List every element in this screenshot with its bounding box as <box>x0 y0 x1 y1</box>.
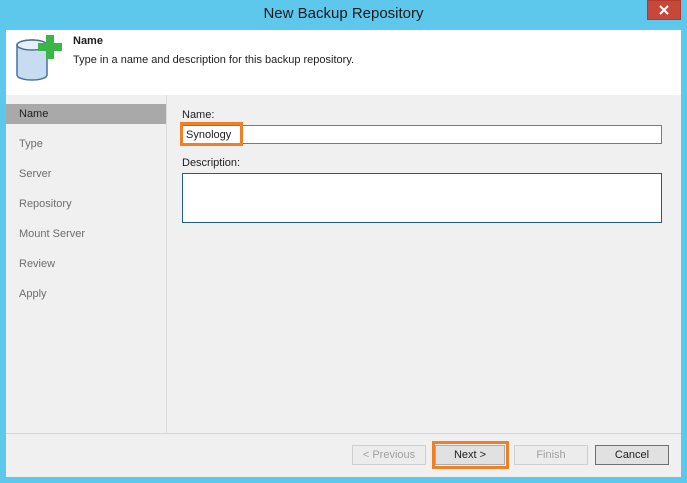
database-add-icon <box>11 33 67 92</box>
sidebar-item-review[interactable]: Review <box>6 254 166 274</box>
page-title: Name <box>73 35 103 47</box>
close-button[interactable] <box>647 0 681 20</box>
sidebar-item-mount-server[interactable]: Mount Server <box>6 224 166 244</box>
next-button[interactable]: Next > <box>435 445 505 465</box>
previous-button[interactable]: < Previous <box>352 445 426 465</box>
finish-button[interactable]: Finish <box>514 445 588 465</box>
close-icon <box>659 5 669 15</box>
window-title: New Backup Repository <box>263 5 424 22</box>
description-input[interactable] <box>182 173 662 223</box>
sidebar-item-name[interactable]: Name <box>6 104 166 124</box>
description-label: Description: <box>182 157 241 169</box>
wizard-header: Name Type in a name and description for … <box>6 30 681 95</box>
form-area: Name: Description: <box>167 95 681 433</box>
sidebar-item-repository[interactable]: Repository <box>6 194 166 214</box>
cancel-button[interactable]: Cancel <box>595 445 669 465</box>
sidebar-item-type[interactable]: Type <box>6 134 166 154</box>
title-bar[interactable]: New Backup Repository <box>0 0 687 30</box>
sidebar-item-server[interactable]: Server <box>6 164 166 184</box>
name-input[interactable] <box>182 125 662 144</box>
wizard-steps-sidebar: Name Type Server Repository Mount Server… <box>6 95 167 433</box>
name-label: Name: <box>182 109 215 121</box>
wizard-window: Name Type in a name and description for … <box>6 30 681 477</box>
page-description: Type in a name and description for this … <box>73 54 355 66</box>
footer-divider <box>6 433 681 434</box>
sidebar-item-apply[interactable]: Apply <box>6 284 166 304</box>
